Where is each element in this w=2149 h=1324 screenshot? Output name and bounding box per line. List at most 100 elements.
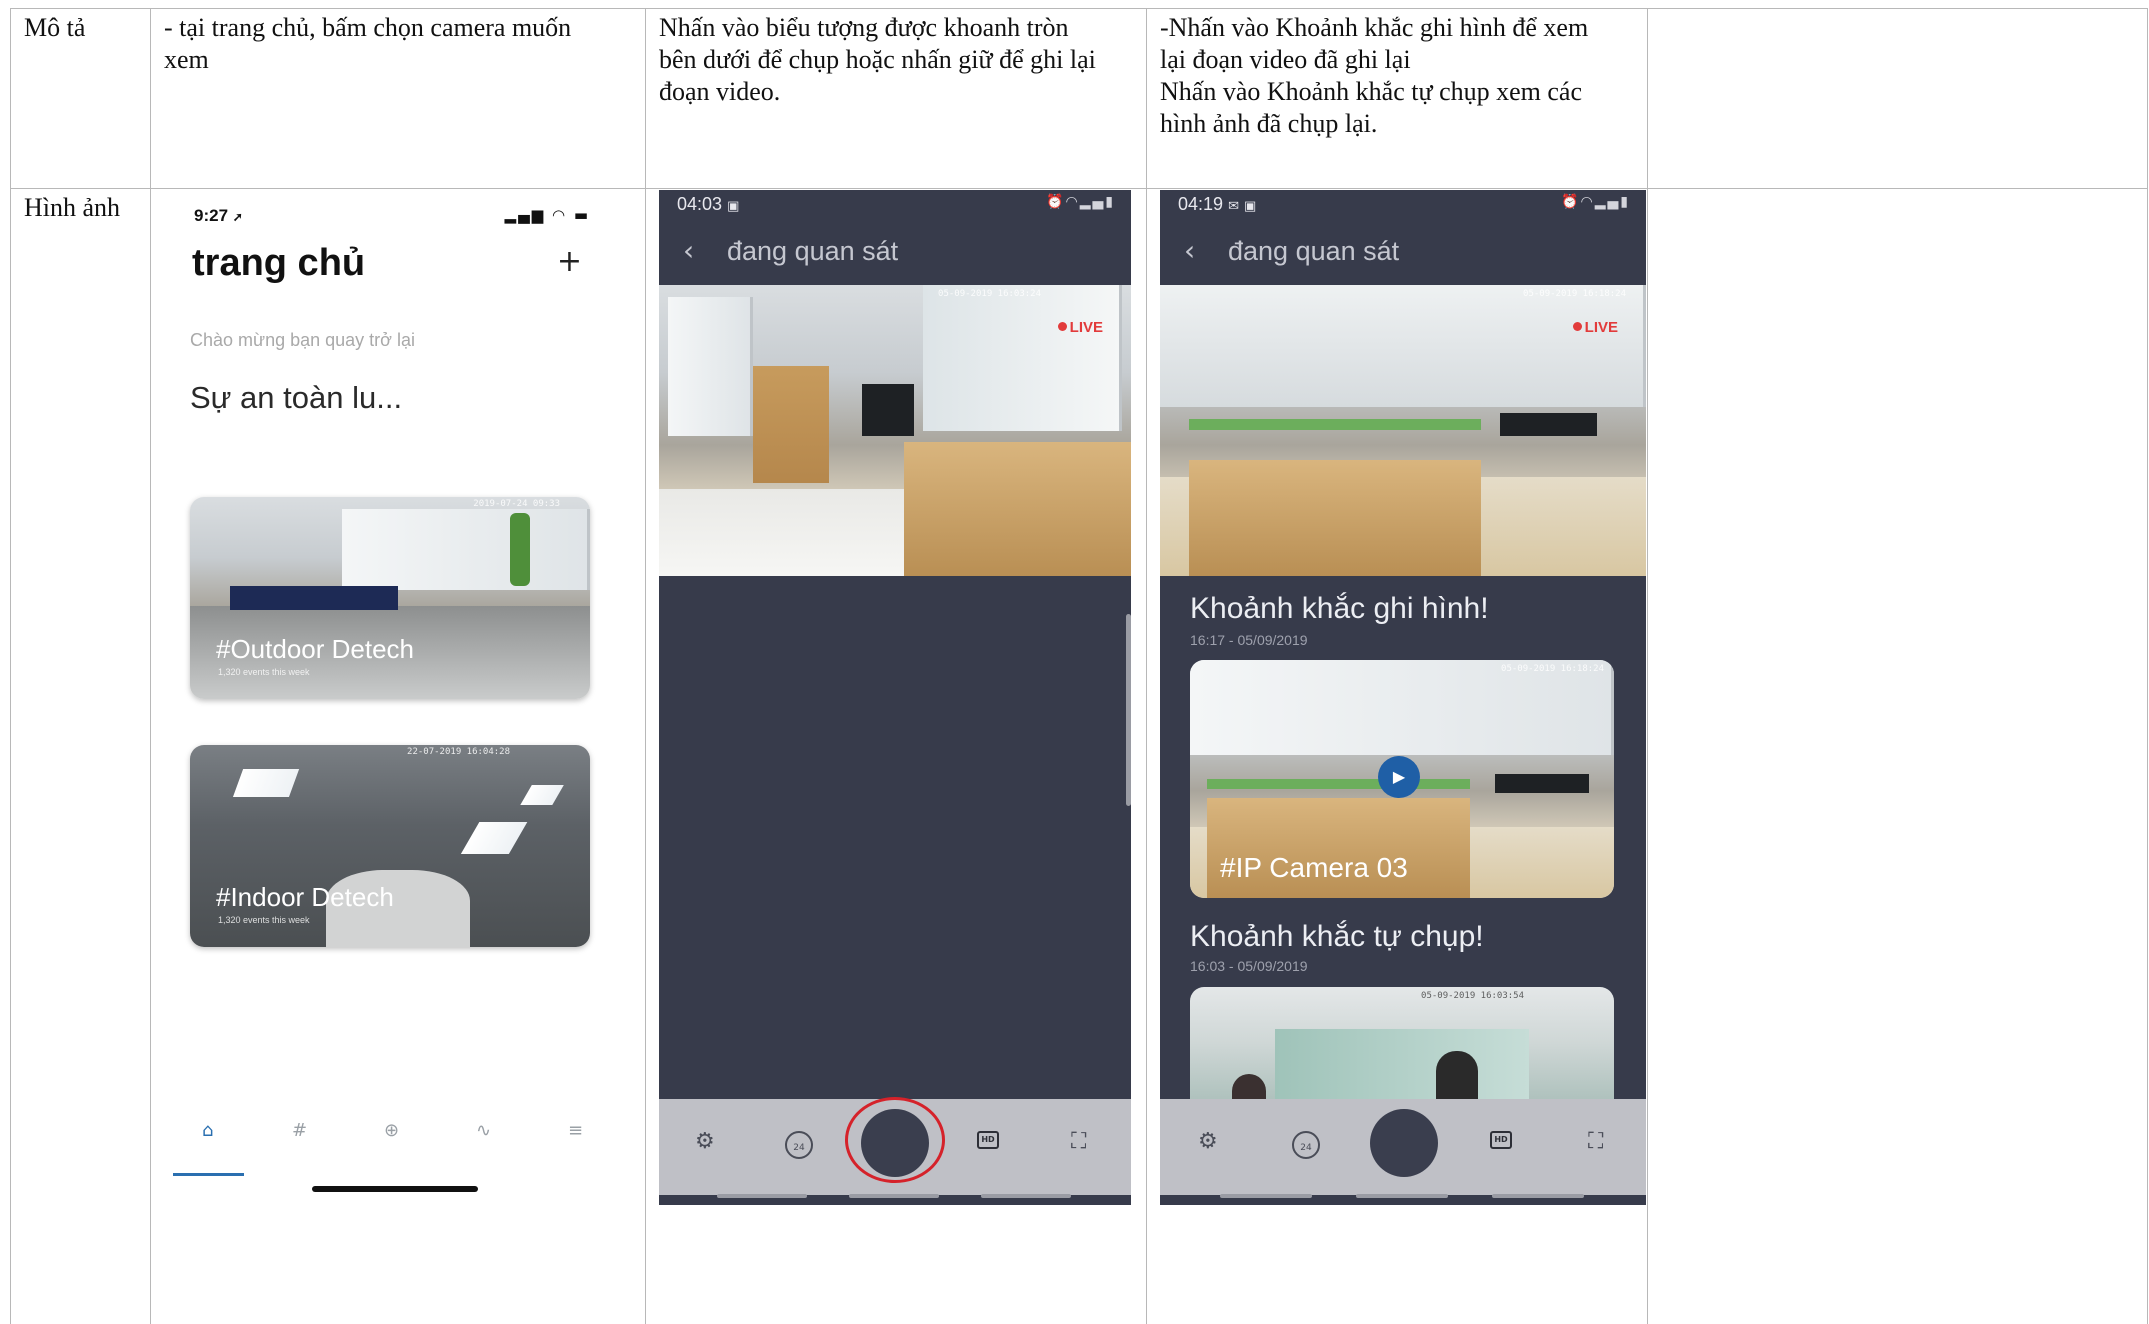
- page-title: trang chủ: [192, 242, 366, 284]
- table-border: [10, 8, 11, 1324]
- gear-icon[interactable]: ⚙: [695, 1129, 715, 1154]
- monitor-shape: [861, 383, 914, 437]
- screenshot-home: 9:27 ➚ ▂▄▆ ◠ ▬ trang chủ + Chào mừng bạn…: [173, 190, 620, 1320]
- monitor-shape: [1500, 413, 1598, 437]
- status-icons: ▂▄▆ ◠ ▬: [505, 206, 590, 224]
- table-border: [1146, 8, 1147, 1324]
- live-camera-feed[interactable]: 05-09-2019 16:03:24 LIVE: [659, 285, 1131, 576]
- timestamp-overlay: 05-09-2019 16:18:24: [1523, 289, 1626, 299]
- camera-card-indoor[interactable]: 22-07-2019 16:04:28 #Indoor Detech 1,320…: [190, 745, 590, 947]
- shutter-button[interactable]: [1370, 1109, 1438, 1177]
- table-border: [1647, 8, 1648, 1324]
- gear-icon[interactable]: ⚙: [1198, 1129, 1218, 1154]
- history-24-icon[interactable]: 24: [785, 1131, 813, 1159]
- status-bar: 04:03 ▣ ⏰◠▂▄▮: [659, 190, 1131, 224]
- back-button[interactable]: ‹: [1184, 234, 1195, 267]
- timestamp-overlay: 05-09-2019 16:03:24: [938, 289, 1041, 299]
- status-time-text: 04:19: [1178, 194, 1224, 214]
- camera-toolbar: ⚙ 24 HD ⛶: [1160, 1099, 1646, 1195]
- live-badge: LIVE: [1058, 319, 1103, 336]
- status-time: 04:03 ▣: [677, 194, 739, 215]
- battery-icon: ▮: [1620, 194, 1630, 210]
- screenshot-moments: 04:19 ✉ ▣ ⏰◠▂▄▮ ‹ đang quan sát 05-09-20…: [1160, 190, 1646, 1205]
- signal-icon: ▂▄: [1079, 194, 1106, 210]
- location-arrow-icon: ➚: [232, 210, 243, 224]
- status-time-text: 9:27: [194, 206, 229, 225]
- history-24-icon[interactable]: 24: [1292, 1131, 1320, 1159]
- ceiling-light-shape: [460, 821, 528, 855]
- camera-card-outdoor[interactable]: 2019-07-24 09:33 #Outdoor Detech 1,320 e…: [190, 497, 590, 699]
- bottom-nav: ⌂ # ⊕ ∿ ≡: [174, 1120, 620, 1160]
- camera-card-subtitle: 1,320 events this week: [218, 915, 310, 925]
- side-scroll-handle[interactable]: [1126, 614, 1131, 806]
- table-border: [2147, 8, 2148, 1324]
- section-heading: Sự an toàn lu...: [190, 380, 403, 415]
- row-label-image: Hình ảnh: [24, 193, 121, 222]
- hd-icon[interactable]: HD: [1490, 1131, 1512, 1149]
- menu-icon[interactable]: ≡: [568, 1120, 583, 1141]
- monitor-shape: [1495, 774, 1589, 794]
- fullscreen-icon[interactable]: ⛶: [1071, 1129, 1086, 1154]
- activity-icon[interactable]: ∿: [476, 1120, 491, 1141]
- recorded-clip-title: #IP Camera 03: [1220, 852, 1408, 883]
- nav-indicator: [981, 1194, 1071, 1198]
- status-icons: ⏰◠▂▄▮: [1561, 194, 1630, 210]
- battery-icon: ▮: [1105, 194, 1115, 210]
- window-shape: [1190, 660, 1614, 756]
- welcome-text: Chào mừng bạn quay trở lại: [190, 330, 415, 350]
- shutter-button[interactable]: [861, 1109, 929, 1177]
- active-tab-indicator: [173, 1173, 244, 1176]
- live-badge: LIVE: [1573, 319, 1618, 336]
- row-label-description: Mô tả: [24, 13, 86, 42]
- desk-shape: [1189, 459, 1481, 576]
- window-shape: [1160, 285, 1646, 408]
- signal-icon: ▂▄▆: [504, 206, 546, 224]
- snapshot-moments-heading: Khoảnh khắc tự chụp!: [1190, 920, 1484, 953]
- wifi-icon: ◠: [1580, 194, 1595, 210]
- signal-icon: ▂▄: [1594, 194, 1621, 210]
- desk-divider-shape: [1189, 418, 1481, 431]
- live-camera-feed[interactable]: 05-09-2019 16:18:24 LIVE: [1160, 285, 1646, 576]
- play-icon[interactable]: ▶: [1378, 756, 1420, 798]
- recorded-clip-card[interactable]: 05-09-2019 16:18:24 ▶ #IP Camera 03: [1190, 660, 1614, 898]
- table-border: [150, 8, 151, 1324]
- nav-indicator: [1492, 1194, 1584, 1198]
- ceiling-light-shape: [520, 785, 564, 806]
- snapshot-moments-date: 16:03 - 05/09/2019: [1190, 958, 1308, 974]
- window-shape: [668, 296, 754, 437]
- description-step-2: Nhấn vào biểu tượng được khoanh tròn bên…: [659, 13, 1096, 106]
- status-time-text: 04:03: [677, 194, 723, 214]
- fullscreen-icon[interactable]: ⛶: [1588, 1129, 1603, 1154]
- add-camera-button[interactable]: +: [557, 244, 582, 279]
- description-step-1: - tại trang chủ, bấm chọn camera muốn xe…: [164, 13, 572, 74]
- back-button[interactable]: ‹: [683, 234, 694, 267]
- table-border: [10, 8, 2148, 9]
- recorded-moments-heading: Khoảnh khắc ghi hình!: [1190, 592, 1489, 625]
- desk-shape: [904, 442, 1131, 576]
- recorded-moments-date: 16:17 - 05/09/2019: [1190, 632, 1308, 648]
- camera-toolbar: ⚙ 24 HD ⛶: [659, 1097, 1131, 1195]
- mail-icon: ✉: [1228, 198, 1239, 213]
- window-shape: [342, 509, 590, 590]
- hash-icon[interactable]: #: [292, 1120, 307, 1141]
- wifi-icon: ◠: [1065, 194, 1080, 210]
- crosshair-icon[interactable]: ⊕: [384, 1120, 399, 1141]
- screen-title: đang quan sát: [727, 236, 899, 266]
- timestamp-overlay: 05-09-2019 16:18:24: [1501, 664, 1604, 674]
- timestamp-overlay: 22-07-2019 16:04:28: [407, 747, 510, 757]
- status-time: 9:27 ➚: [194, 206, 243, 226]
- camera-card-title: #Outdoor Detech: [216, 634, 415, 664]
- screen-title: đang quan sát: [1228, 236, 1400, 266]
- nav-indicator: [1356, 1194, 1448, 1198]
- image-icon: ▣: [727, 198, 740, 213]
- timestamp-overlay: 2019-07-24 09:33: [473, 499, 560, 509]
- desk-divider-shape: [1206, 779, 1470, 789]
- ceiling-light-shape: [232, 769, 300, 798]
- description-step-3: -Nhấn vào Khoảnh khắc ghi hình để xem lạ…: [1160, 13, 1589, 138]
- hd-icon[interactable]: HD: [977, 1131, 999, 1149]
- screenshot-live-view: 04:03 ▣ ⏰◠▂▄▮ ‹ đang quan sát 05-09-2019…: [659, 190, 1131, 1205]
- home-indicator: [312, 1186, 478, 1192]
- nav-indicator: [1220, 1194, 1312, 1198]
- home-icon[interactable]: ⌂: [202, 1120, 213, 1141]
- status-time: 04:19 ✉ ▣: [1178, 194, 1256, 215]
